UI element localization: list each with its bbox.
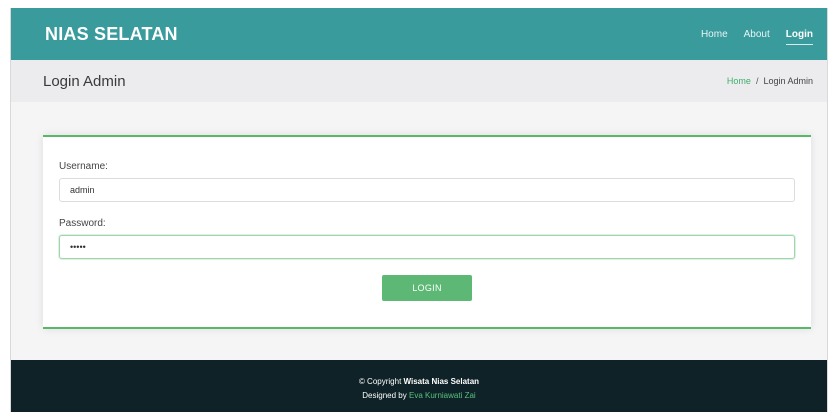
designed-prefix: Designed by — [362, 391, 407, 400]
app-window: NIAS SELATAN Home About Login Login Admi… — [10, 8, 828, 412]
nav-menu: Home About Login — [685, 29, 814, 45]
password-label: Password: — [59, 218, 106, 229]
brand-logo[interactable]: NIAS SELATAN — [45, 24, 178, 45]
copyright-name: Wisata Nias Selatan — [403, 377, 480, 386]
copyright-prefix: © Copyright — [358, 377, 402, 386]
designer-link[interactable]: Eva Kurniawati Zai — [409, 391, 476, 400]
username-input[interactable] — [59, 178, 795, 202]
nav-login[interactable]: Login — [785, 29, 814, 45]
login-card: Username: Password: LOGIN — [43, 135, 811, 329]
login-button[interactable]: LOGIN — [382, 275, 472, 301]
page-title: Login Admin — [43, 72, 126, 90]
top-navbar: NIAS SELATAN Home About Login — [11, 8, 827, 60]
breadcrumb-current: Login Admin — [763, 76, 813, 86]
button-row: LOGIN — [59, 275, 795, 301]
password-input[interactable] — [59, 235, 795, 259]
breadcrumb-bar: Login Admin Home / Login Admin — [11, 60, 827, 102]
footer-copyright: © Copyright Wisata Nias Selatan — [11, 375, 827, 389]
footer: © Copyright Wisata Nias Selatan Designed… — [11, 360, 827, 412]
footer-designer: Designed by Eva Kurniawati Zai — [11, 389, 827, 403]
breadcrumb-home-link[interactable]: Home — [727, 76, 751, 86]
nav-about[interactable]: About — [744, 29, 770, 40]
password-group: Password: — [59, 218, 795, 259]
username-label: Username: — [59, 161, 108, 172]
nav-home[interactable]: Home — [701, 29, 728, 40]
username-group: Username: — [59, 161, 795, 202]
breadcrumb-separator: / — [755, 76, 759, 86]
breadcrumb: Home / Login Admin — [727, 76, 813, 86]
